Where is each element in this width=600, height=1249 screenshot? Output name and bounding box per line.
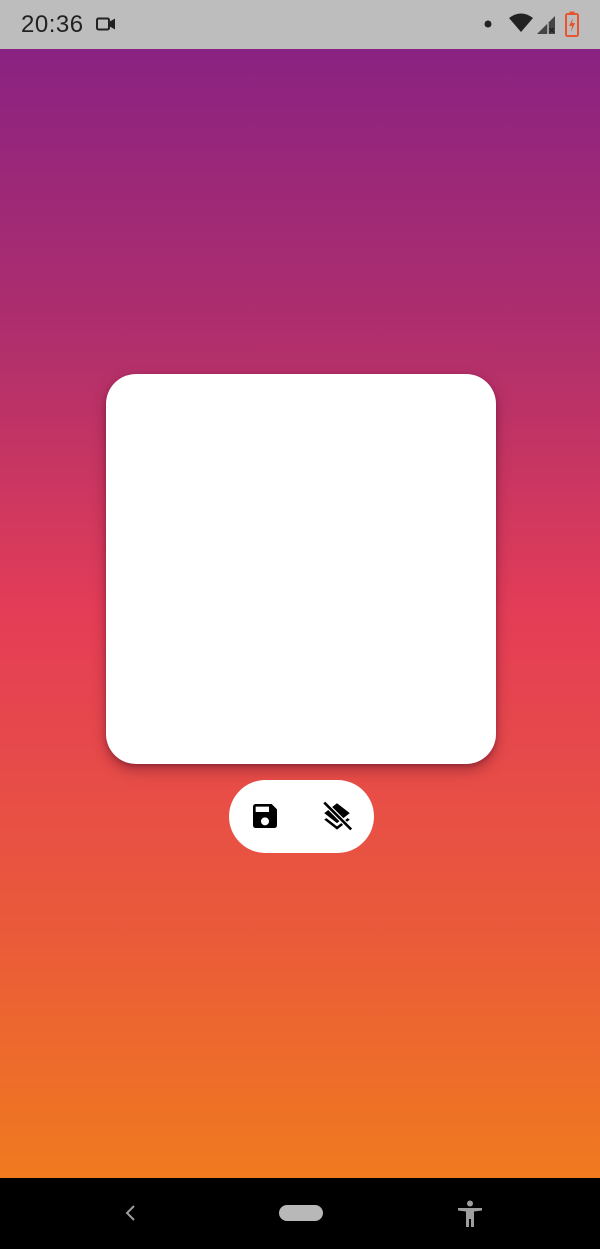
wifi-icon xyxy=(509,13,533,32)
notification-dot-icon xyxy=(484,20,492,28)
phone-screen: 20:36 xyxy=(0,0,600,1249)
cell-signal-icon xyxy=(537,16,555,34)
accessibility-icon xyxy=(458,1200,482,1227)
gradient-background xyxy=(0,49,600,1178)
action-toolbar xyxy=(229,780,374,853)
drawing-canvas-card[interactable] xyxy=(106,374,496,764)
save-icon xyxy=(253,804,277,828)
home-pill-icon xyxy=(279,1205,323,1221)
status-bar: 20:36 xyxy=(0,0,600,49)
clear-layers-button[interactable] xyxy=(319,798,355,834)
battery-charging-icon xyxy=(565,11,579,37)
status-time: 20:36 xyxy=(21,11,84,38)
layers-clear-icon xyxy=(322,800,353,832)
home-button[interactable] xyxy=(278,1204,324,1222)
navigation-bar xyxy=(0,1178,600,1249)
back-button[interactable] xyxy=(116,1198,146,1228)
back-icon xyxy=(125,1205,135,1221)
video-camera-icon xyxy=(96,17,115,31)
accessibility-button[interactable] xyxy=(455,1199,485,1229)
save-button[interactable] xyxy=(247,798,283,834)
